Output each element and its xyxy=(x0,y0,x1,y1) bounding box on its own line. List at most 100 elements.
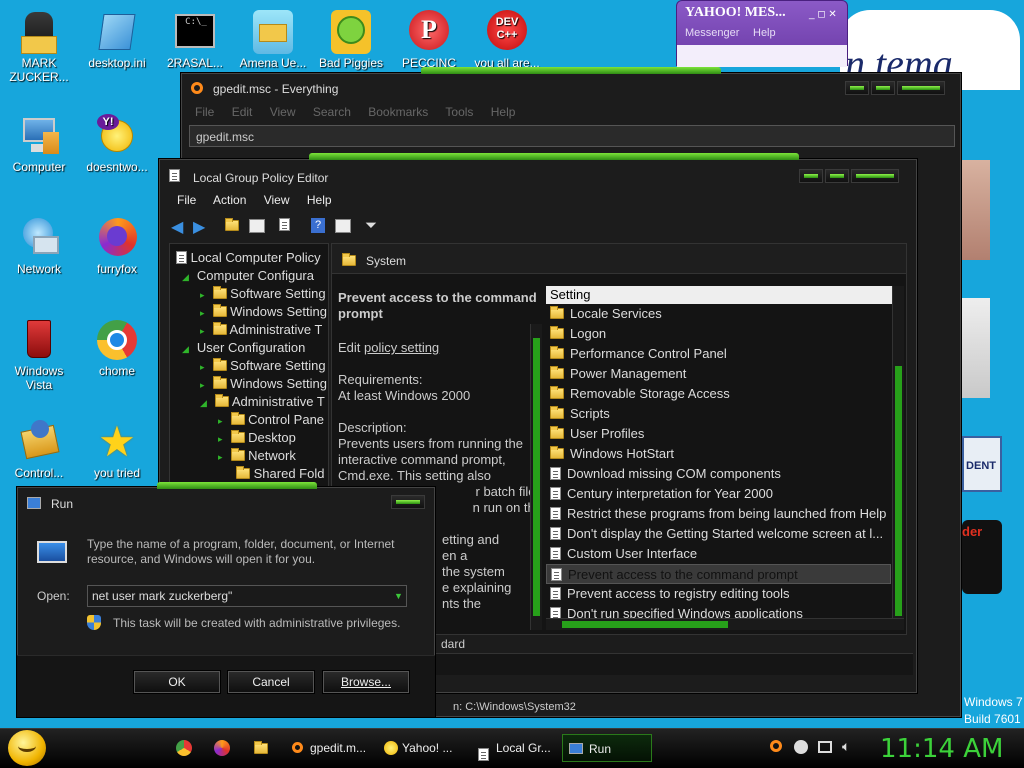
yahoo-min-button[interactable]: _ ◻ ✕ xyxy=(809,9,837,20)
run-close-button[interactable] xyxy=(391,495,425,509)
gpe-minimize-button[interactable] xyxy=(799,169,823,183)
gpe-menu-file[interactable]: File xyxy=(177,193,196,207)
settings-row[interactable]: Locale Services xyxy=(546,304,891,324)
firefox-pinned-icon[interactable] xyxy=(214,740,230,756)
yahoo-tab-messenger[interactable]: Messenger xyxy=(685,27,739,39)
settings-row[interactable]: Removable Storage Access xyxy=(546,384,891,404)
explorer-pinned-icon[interactable] xyxy=(254,741,268,756)
gpe-maximize-button[interactable] xyxy=(825,169,849,183)
up-folder-icon[interactable] xyxy=(225,218,239,233)
description-scrollbar[interactable] xyxy=(530,324,542,630)
tree-item-admin-templates-1[interactable]: ▸ Administrative T xyxy=(200,322,322,337)
ok-button[interactable]: OK xyxy=(133,670,221,694)
run-open-input[interactable]: net user mark zuckerberg" xyxy=(87,585,407,607)
settings-row[interactable]: Restrict these programs from being launc… xyxy=(546,504,891,524)
policy-setting-link[interactable]: policy setting xyxy=(364,340,439,355)
desktop-icon-you-tried[interactable]: ★ you tried xyxy=(78,420,156,481)
desktop-icon-chome[interactable]: chome xyxy=(78,318,156,378)
tree-item-control-panel[interactable]: ▸ Control Pane xyxy=(218,412,324,427)
settings-row[interactable]: Century interpretation for Year 2000 xyxy=(546,484,891,504)
gpe-tab-standard[interactable]: dard xyxy=(441,637,465,651)
desktop-icon-mark[interactable]: MARK ZUCKER... xyxy=(0,10,78,84)
gpe-close-button[interactable] xyxy=(851,169,899,183)
export-list-icon[interactable] xyxy=(279,218,290,232)
chrome-pinned-icon[interactable] xyxy=(176,740,192,756)
desktop-icon-amena[interactable]: Amena Ue... xyxy=(234,10,312,70)
run-dropdown-button[interactable]: ▼ xyxy=(391,586,406,606)
taskbar-item-everything[interactable]: gpedit.m... xyxy=(284,734,372,762)
taskbar-item-yahoo[interactable]: Yahoo! ... xyxy=(378,734,464,762)
forward-arrow-icon[interactable]: ▶ xyxy=(193,217,205,237)
back-arrow-icon[interactable]: ◀ xyxy=(171,217,183,237)
tree-item-computer-config[interactable]: ◢ Computer Configura xyxy=(182,268,314,283)
gpe-menu-action[interactable]: Action xyxy=(213,193,246,207)
settings-row[interactable]: Don't display the Getting Started welcom… xyxy=(546,524,891,544)
show-hide-tree-icon[interactable] xyxy=(249,219,265,233)
desktop-icon-control[interactable]: Control... xyxy=(0,420,78,480)
tree-item-software-settings-2[interactable]: ▸ Software Setting xyxy=(200,358,326,373)
cancel-button[interactable]: Cancel xyxy=(227,670,315,694)
tray-volume-icon[interactable]: 🔈︎ xyxy=(842,738,850,755)
tree-item-desktop[interactable]: ▸ Desktop xyxy=(218,430,296,445)
settings-row[interactable]: Download missing COM components xyxy=(546,464,891,484)
tray-search-icon[interactable] xyxy=(770,740,782,752)
settings-hscrollbar[interactable] xyxy=(546,618,904,630)
everything-menu-bookmarks[interactable]: Bookmarks xyxy=(368,105,428,119)
desktop-icon-bad-piggies[interactable]: Bad Piggies xyxy=(312,10,390,70)
yahoo-window[interactable]: YAHOO! MES... _ ◻ ✕ Messenger Help xyxy=(676,0,848,67)
tree-item-admin-templates-2[interactable]: ◢ Administrative T xyxy=(200,394,325,409)
everything-menu-search[interactable]: Search xyxy=(313,105,351,119)
tree-item-windows-settings-1[interactable]: ▸ Windows Setting xyxy=(200,304,327,319)
settings-row[interactable]: Scripts xyxy=(546,404,891,424)
tree-item-network[interactable]: ▸ Network xyxy=(218,448,296,463)
tree-item-local-computer-policy[interactable]: Local Computer Policy xyxy=(176,250,321,265)
run-dialog[interactable]: Run Type the name of a program, folder, … xyxy=(16,482,436,718)
settings-row[interactable]: Windows HotStart xyxy=(546,444,891,464)
everything-menu-file[interactable]: File xyxy=(195,105,214,119)
desktop-icon-recycle[interactable]: Windows Vista xyxy=(0,318,78,392)
help-icon[interactable]: ? xyxy=(311,218,325,233)
tree-item-windows-settings-2[interactable]: ▸ Windows Setting xyxy=(200,376,327,391)
settings-row-selected[interactable]: Prevent access to the command prompt xyxy=(546,564,891,584)
filter-icon[interactable]: ⏷ xyxy=(365,217,377,234)
taskbar-clock[interactable]: 11:14 AM xyxy=(880,732,1003,766)
everything-minimize-button[interactable] xyxy=(845,81,869,95)
settings-list-header[interactable]: Setting xyxy=(546,286,892,304)
settings-row[interactable]: User Profiles xyxy=(546,424,891,444)
desktop-icon-desktop-ini[interactable]: desktop.ini xyxy=(78,10,156,70)
gpe-menu-view[interactable]: View xyxy=(264,193,290,207)
settings-scrollbar[interactable] xyxy=(892,286,904,618)
settings-row[interactable]: Prevent access to registry editing tools xyxy=(546,584,891,604)
settings-row[interactable]: Performance Control Panel xyxy=(546,344,891,364)
everything-menu-help[interactable]: Help xyxy=(491,105,516,119)
desktop-icon-network[interactable]: Network xyxy=(0,216,78,276)
desktop-icon-computer[interactable]: Computer xyxy=(0,114,78,174)
everything-menu-tools[interactable]: Tools xyxy=(445,105,473,119)
tree-item-software-settings-1[interactable]: ▸ Software Setting xyxy=(200,286,326,301)
settings-row[interactable]: Don't run specified Windows applications xyxy=(546,604,891,618)
taskbar-item-run[interactable]: Run xyxy=(562,734,652,762)
tree-item-shared-folders[interactable]: Shared Fold xyxy=(236,466,324,481)
settings-row[interactable]: Power Management xyxy=(546,364,891,384)
start-button[interactable] xyxy=(8,730,46,766)
taskbar-item-gpe[interactable]: Local Gr... xyxy=(470,734,556,762)
everything-menu-edit[interactable]: Edit xyxy=(232,105,253,119)
desktop-icon-furryfox[interactable]: furryfox xyxy=(78,216,156,276)
desktop-icon-rasal[interactable]: C:\_ 2RASAL... xyxy=(156,10,234,70)
yahoo-tab-help[interactable]: Help xyxy=(753,27,776,39)
tray-status-icon[interactable] xyxy=(794,740,808,754)
gpe-menu-help[interactable]: Help xyxy=(307,193,332,207)
desktop-icon-devcpp[interactable]: DEV C++ you all are... xyxy=(468,10,546,70)
properties-icon[interactable] xyxy=(335,219,351,233)
tray-network-icon[interactable] xyxy=(818,741,832,753)
settings-row[interactable]: Logon xyxy=(546,324,891,344)
everything-menu-view[interactable]: View xyxy=(270,105,296,119)
tree-item-user-config[interactable]: ◢ User Configuration xyxy=(182,340,305,355)
everything-search-input[interactable]: gpedit.msc xyxy=(189,125,955,147)
desktop-icon-peccinc[interactable]: P PECCINC xyxy=(390,10,468,70)
desktop-icon-doesntwo[interactable]: Y! doesntwo... xyxy=(78,114,156,174)
everything-maximize-button[interactable] xyxy=(871,81,895,95)
settings-row[interactable]: Custom User Interface xyxy=(546,544,891,564)
everything-close-button[interactable] xyxy=(897,81,945,95)
browse-button[interactable]: Browse... xyxy=(322,670,410,694)
